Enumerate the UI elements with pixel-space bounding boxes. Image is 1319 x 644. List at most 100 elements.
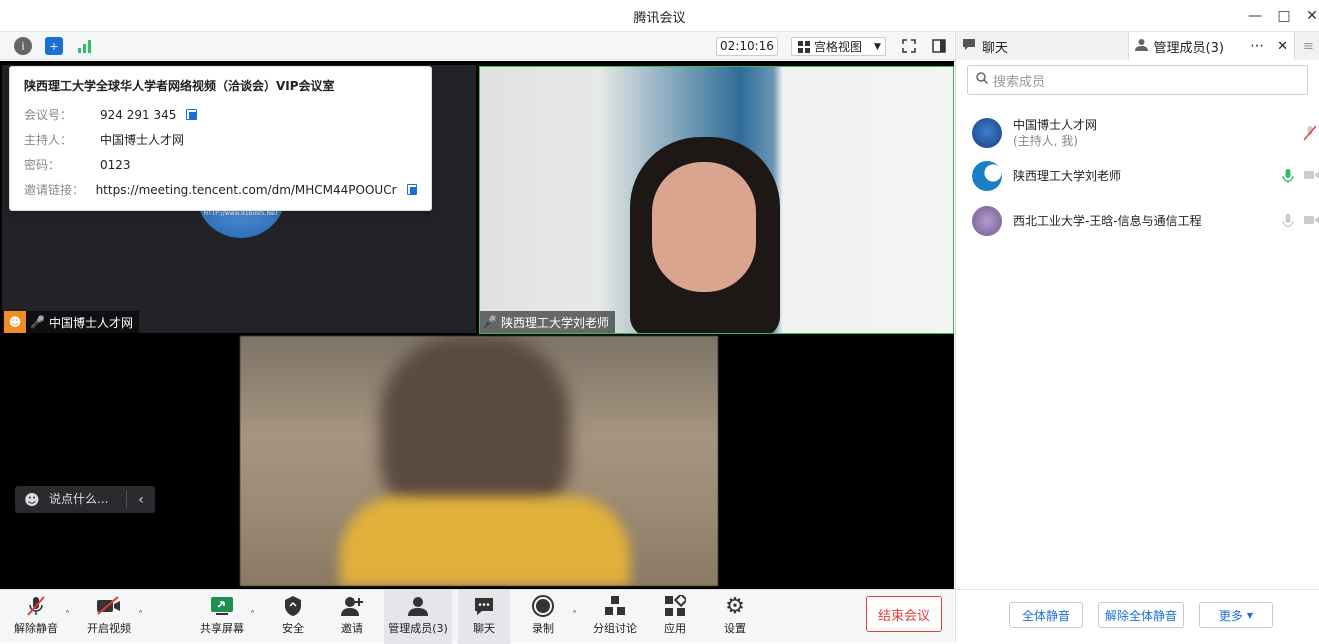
member-search-input[interactable]: 搜索成员 (967, 65, 1308, 95)
end-meeting-button[interactable]: 结束会议 (866, 596, 942, 632)
meeting-toolbar: i + 02:10:16 宫格视图 ▼ (0, 32, 954, 60)
chevron-left-icon[interactable]: ‹ (127, 492, 155, 508)
record-button[interactable]: 录制 (520, 590, 566, 644)
avatar (972, 206, 1002, 236)
close-icon[interactable]: ✕ (1277, 39, 1288, 54)
avatar (972, 161, 1002, 191)
member-name: 陕西理工大学刘老师 (1013, 169, 1122, 183)
unmute-button[interactable]: 解除静音 (8, 590, 64, 644)
meeting-title: 陕西理工大学全球华人学者网络视频（洽谈会）VIP会议室 (24, 79, 335, 93)
settings-button[interactable]: ⚙ 设置 (712, 590, 758, 644)
meeting-info-card: 陕西理工大学全球华人学者网络视频（洽谈会）VIP会议室 会议号： 924 291… (9, 66, 432, 211)
breakout-button[interactable]: 分组讨论 (588, 590, 642, 644)
mute-all-button[interactable]: 全体静音 (1009, 602, 1083, 628)
shield-icon[interactable]: + (45, 37, 63, 55)
tile-name-label: 🎤 陕西理工大学刘老师 (480, 311, 615, 333)
avatar (972, 118, 1002, 148)
info-row: 会议号： 924 291 345 (24, 102, 417, 127)
unmute-label: 解除静音 (14, 622, 58, 635)
video-tile-participant[interactable]: 🎤 陕西理工大学刘老师 (479, 66, 954, 334)
member-row[interactable]: 中国博士人才网 (主持人, 我) (972, 113, 1318, 153)
unmute-all-button[interactable]: 解除全体静音 (1098, 602, 1184, 628)
maximize-button[interactable]: □ (1269, 4, 1299, 28)
mic-icon[interactable] (1282, 213, 1294, 232)
emoji-icon[interactable]: ☻ (15, 491, 49, 509)
member-role: (主持人, 我) (1013, 134, 1078, 148)
close-button[interactable]: ✕ (1297, 4, 1319, 28)
info-row: 密码： 0123 (24, 152, 417, 177)
panel-footer: 全体静音 解除全体静音 更多 ▼ (956, 589, 1319, 643)
members-icon (405, 595, 431, 617)
chat-label: 聊天 (473, 622, 495, 635)
signal-icon[interactable] (76, 37, 94, 55)
member-row[interactable]: 西北工业大学-王晗-信息与通信工程 (972, 201, 1319, 241)
share-screen-button[interactable]: 共享屏幕 (196, 590, 248, 644)
mic-muted-icon[interactable] (1303, 125, 1317, 144)
more-icon[interactable]: ⋯ (1250, 38, 1265, 54)
chat-placeholder: 说点什么... (49, 491, 127, 508)
invite-button[interactable]: 邀请 (328, 590, 376, 644)
meeting-timer: 02:10:16 (716, 37, 778, 56)
start-video-button[interactable]: 开启视频 (82, 590, 136, 644)
tile-name: 陕西理工大学刘老师 (500, 315, 609, 330)
info-row: 邀请链接： https://meeting.tencent.com/dm/MHC… (24, 177, 417, 202)
manage-members-button[interactable]: 管理成员(3) (384, 590, 452, 644)
grid-view-dropdown[interactable]: 宫格视图 ▼ (791, 37, 886, 56)
tab-members-label: 管理成员(3) (1153, 40, 1224, 56)
menu-icon[interactable]: ≡ (1295, 32, 1319, 60)
window-title: 腾讯会议 (633, 11, 686, 26)
chat-button[interactable]: 聊天 (458, 590, 510, 644)
sidebar-toggle-icon[interactable] (930, 37, 948, 55)
breakout-label: 分组讨论 (593, 622, 637, 635)
info-icon[interactable]: i (14, 37, 32, 55)
chat-icon (962, 38, 976, 55)
chat-icon (471, 595, 497, 617)
member-row[interactable]: 陕西理工大学刘老师 (972, 156, 1319, 196)
tab-members[interactable]: 管理成员(3) ⋯ ✕ (1127, 32, 1296, 60)
breakout-icon (602, 595, 628, 617)
copy-icon[interactable] (186, 109, 198, 120)
manage-members-label: 管理成员(3) (388, 622, 448, 635)
more-button[interactable]: 更多 ▼ (1199, 602, 1273, 628)
grid-icon (798, 40, 810, 53)
quick-chat-input[interactable]: ☻ 说点什么... ‹ (15, 486, 155, 513)
person-body (340, 496, 630, 586)
copy-icon[interactable] (406, 184, 417, 195)
chevron-up-icon[interactable]: ˄ (250, 610, 255, 621)
search-placeholder: 搜索成员 (993, 74, 1046, 90)
video-tile-blurred[interactable] (240, 336, 718, 586)
member-name: 中国博士人才网 (1013, 118, 1098, 132)
bottom-control-bar: 解除静音 ˄ 开启视频 ˄ 共享屏幕 ˄ 安全 邀请 管理成员(3) 聊天 录制… (0, 589, 954, 644)
settings-label: 设置 (724, 622, 746, 635)
host-name: 中国博士人才网 (100, 133, 185, 147)
apps-icon (662, 595, 688, 617)
chevron-up-icon[interactable]: ˄ (65, 610, 70, 621)
add-user-icon (339, 595, 365, 617)
security-button[interactable]: 安全 (270, 590, 316, 644)
camera-icon[interactable] (1304, 214, 1319, 229)
tile-name-label: ☻ 🎤 中国博士人才网 (2, 311, 139, 333)
camera-icon[interactable] (1304, 169, 1319, 184)
logo-text: HTTP://www.91boshi.NeT (203, 210, 279, 217)
meeting-password: 0123 (100, 157, 131, 172)
tab-chat-label: 聊天 (982, 40, 1009, 56)
apps-button[interactable]: 应用 (652, 590, 698, 644)
tab-chat[interactable]: 聊天 (956, 32, 1128, 60)
info-key: 主持人： (24, 133, 73, 147)
search-icon (976, 72, 989, 88)
info-key: 邀请链接： (24, 183, 85, 197)
mic-icon[interactable] (1282, 168, 1294, 187)
chevron-down-icon: ▼ (1246, 610, 1254, 620)
chevron-up-icon[interactable]: ˄ (138, 610, 143, 621)
members-panel: 聊天 管理成员(3) ⋯ ✕ ≡ 搜索成员 中国博士人才网 (主持人, 我) 陕… (955, 32, 1319, 643)
fullscreen-icon[interactable] (900, 37, 918, 55)
invite-link[interactable]: https://meeting.tencent.com/dm/MHCM44POO… (96, 183, 397, 197)
chevron-up-icon[interactable]: ˄ (572, 610, 577, 621)
shield-icon (280, 595, 306, 617)
info-row: 主持人： 中国博士人才网 (24, 127, 417, 152)
record-label: 录制 (532, 622, 554, 635)
share-screen-icon (209, 595, 235, 617)
minimize-button[interactable]: — (1240, 4, 1270, 28)
mic-muted-icon: 🎤 (30, 315, 45, 329)
security-label: 安全 (282, 622, 304, 635)
